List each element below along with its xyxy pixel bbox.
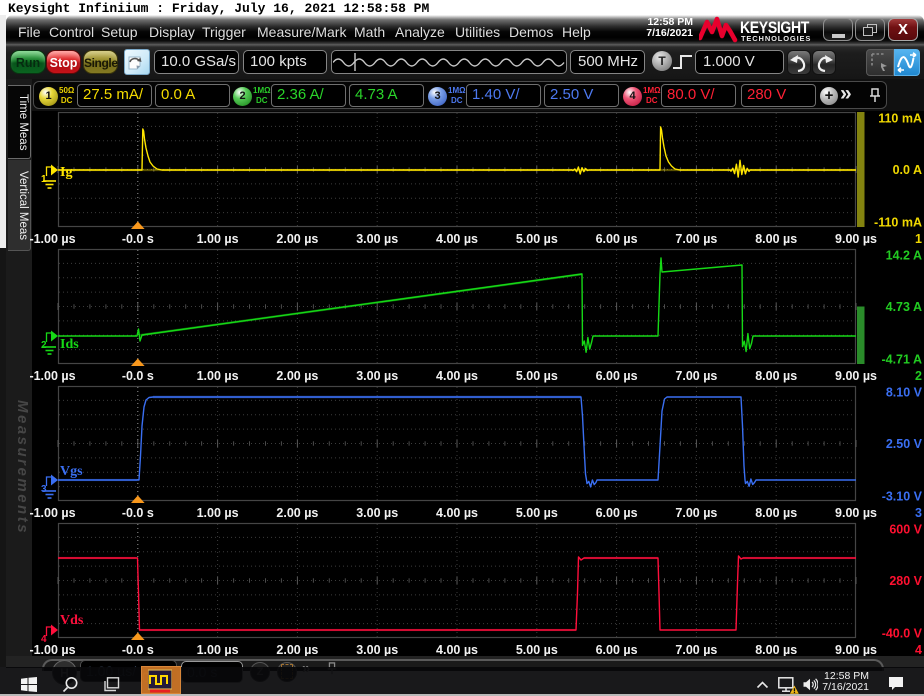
svg-text:6.00 µs: 6.00 µs	[596, 506, 638, 520]
svg-text:4.00 µs: 4.00 µs	[436, 369, 478, 383]
svg-text:1.00 µs: 1.00 µs	[197, 643, 239, 657]
svg-text:Ig: Ig	[60, 165, 72, 180]
svg-text:3.00 µs: 3.00 µs	[356, 506, 398, 520]
svg-text:8.10 V: 8.10 V	[886, 386, 923, 400]
svg-text:7.00 µs: 7.00 µs	[675, 643, 717, 657]
svg-text:-3.10 V: -3.10 V	[882, 490, 923, 504]
svg-text:2.00 µs: 2.00 µs	[276, 369, 318, 383]
svg-text:7.00 µs: 7.00 µs	[675, 506, 717, 520]
svg-text:8.00 µs: 8.00 µs	[755, 232, 797, 246]
svg-text:3.00 µs: 3.00 µs	[356, 232, 398, 246]
svg-text:1.00 µs: 1.00 µs	[197, 506, 239, 520]
svg-text:3: 3	[915, 506, 922, 520]
svg-text:-110 mA: -110 mA	[874, 216, 922, 230]
svg-text:Vgs: Vgs	[60, 464, 83, 479]
svg-text:6.00 µs: 6.00 µs	[596, 369, 638, 383]
svg-text:4.00 µs: 4.00 µs	[436, 506, 478, 520]
svg-text:2.00 µs: 2.00 µs	[276, 643, 318, 657]
svg-text:8.00 µs: 8.00 µs	[755, 643, 797, 657]
svg-text:2.00 µs: 2.00 µs	[276, 232, 318, 246]
svg-text:5.00 µs: 5.00 µs	[516, 643, 558, 657]
svg-text:-4.71 A: -4.71 A	[881, 353, 922, 367]
svg-text:5.00 µs: 5.00 µs	[516, 506, 558, 520]
svg-text:8.00 µs: 8.00 µs	[755, 369, 797, 383]
svg-text:600 V: 600 V	[889, 523, 922, 537]
svg-text:9.00 µs: 9.00 µs	[835, 643, 877, 657]
svg-text:3.00 µs: 3.00 µs	[356, 643, 398, 657]
svg-text:110 mA: 110 mA	[878, 112, 922, 126]
svg-text:4.73 A: 4.73 A	[886, 300, 922, 314]
svg-text:1: 1	[915, 232, 922, 246]
svg-text:-40.0 V: -40.0 V	[882, 627, 923, 641]
svg-text:7.00 µs: 7.00 µs	[675, 232, 717, 246]
svg-text:280 V: 280 V	[889, 574, 922, 588]
svg-text:Ids: Ids	[60, 337, 79, 352]
svg-text:-1.00 µs: -1.00 µs	[29, 506, 75, 520]
svg-text:2.00 µs: 2.00 µs	[276, 506, 318, 520]
svg-text:4.00 µs: 4.00 µs	[436, 643, 478, 657]
svg-text:4: 4	[915, 643, 922, 657]
svg-text:6.00 µs: 6.00 µs	[596, 643, 638, 657]
svg-text:5.00 µs: 5.00 µs	[516, 232, 558, 246]
svg-text:0.0 A: 0.0 A	[893, 163, 922, 177]
svg-text:1.00 µs: 1.00 µs	[197, 369, 239, 383]
svg-text:5.00 µs: 5.00 µs	[516, 369, 558, 383]
svg-text:9.00 µs: 9.00 µs	[835, 232, 877, 246]
svg-text:2.50 V: 2.50 V	[886, 437, 923, 451]
svg-text:7.00 µs: 7.00 µs	[675, 369, 717, 383]
svg-text:-1.00 µs: -1.00 µs	[29, 232, 75, 246]
svg-text:-0.0 s: -0.0 s	[122, 232, 154, 246]
svg-text:3.00 µs: 3.00 µs	[356, 369, 398, 383]
svg-text:8.00 µs: 8.00 µs	[755, 506, 797, 520]
svg-text:9.00 µs: 9.00 µs	[835, 506, 877, 520]
svg-text:4.00 µs: 4.00 µs	[436, 232, 478, 246]
svg-text:-1.00 µs: -1.00 µs	[29, 369, 75, 383]
svg-text:-1.00 µs: -1.00 µs	[29, 643, 75, 657]
svg-text:9.00 µs: 9.00 µs	[835, 369, 877, 383]
svg-text:Vds: Vds	[60, 613, 84, 628]
svg-text:-0.0 s: -0.0 s	[122, 506, 154, 520]
svg-text:14.2 A: 14.2 A	[886, 249, 922, 263]
svg-text:-0.0 s: -0.0 s	[122, 369, 154, 383]
svg-text:1.00 µs: 1.00 µs	[197, 232, 239, 246]
svg-text:6.00 µs: 6.00 µs	[596, 232, 638, 246]
svg-text:2: 2	[915, 369, 922, 383]
svg-text:-0.0 s: -0.0 s	[122, 643, 154, 657]
